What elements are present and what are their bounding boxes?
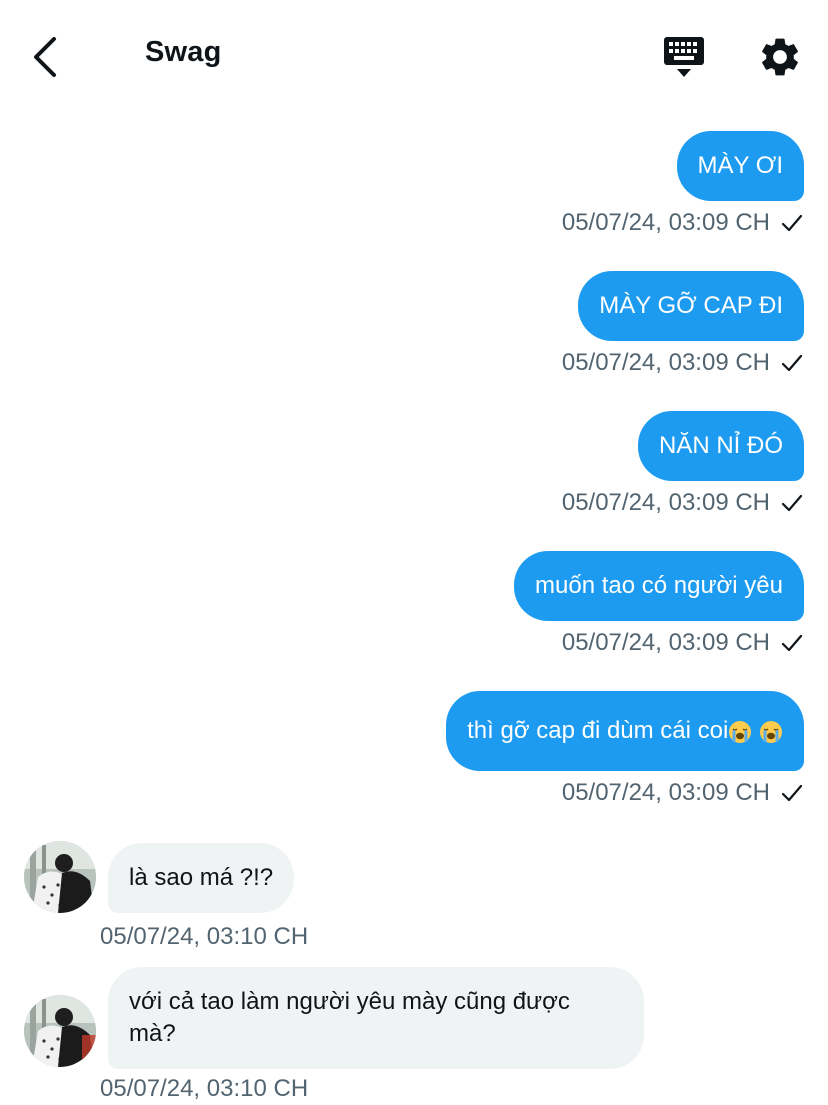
gear-icon [762, 38, 798, 76]
sent-message-bubble[interactable]: thì gỡ cap đi dùm cái coi [446, 691, 804, 771]
message-text-line: với cả tao làm người yêu mày cũng được [129, 988, 570, 1015]
received-message-bubble[interactable]: với cả tao làm người yêu mày cũng được m… [108, 967, 644, 1069]
sent-message-bubble[interactable]: muốn tao có người yêu [514, 551, 804, 621]
avatar[interactable] [24, 995, 96, 1067]
sent-message-bubble[interactable]: MÀY ƠI [676, 131, 804, 201]
message-timestamp: 05/07/24, 03:09 CH [561, 629, 770, 656]
message-meta: 05/07/24, 03:09 CH [562, 489, 804, 517]
chevron-left-icon [34, 37, 56, 77]
avatar-photo [24, 841, 96, 913]
hide-keyboard-button[interactable] [660, 34, 708, 80]
message-meta: 05/07/24, 03:09 CH [446, 779, 804, 807]
message-text-line: mà? [129, 1020, 176, 1047]
sent-message-bubble[interactable]: MÀY GỠ CAP ĐI [578, 271, 804, 341]
keyboard-hide-icon [664, 37, 704, 77]
message-timestamp: 05/07/24, 03:09 CH [561, 209, 770, 236]
checkmark-icon [781, 634, 803, 652]
conversation-title[interactable]: Swag [145, 36, 222, 69]
message-timestamp: 05/07/24, 03:09 CH [561, 489, 770, 516]
avatar-photo [24, 995, 96, 1067]
sent-message-group: thì gỡ cap đi dùm cái coi 05/07/24, 03:0… [446, 691, 804, 807]
checkmark-icon [781, 494, 803, 512]
checkmark-icon [781, 784, 803, 802]
received-message-bubble[interactable]: là sao má ?!? [108, 843, 295, 913]
back-button[interactable] [22, 32, 68, 82]
message-text: thì gỡ cap đi dùm cái coi [467, 717, 729, 744]
message-timestamp: 05/07/24, 03:09 CH [561, 349, 770, 376]
settings-button[interactable] [757, 34, 803, 80]
sent-message-bubble[interactable]: NĂN NỈ ĐÓ [637, 411, 804, 481]
checkmark-icon [781, 214, 803, 232]
message-meta: 05/07/24, 03:09 CH [514, 629, 804, 657]
loudly-crying-face-icon [760, 720, 782, 743]
checkmark-icon [781, 354, 803, 372]
sent-message-group: NĂN NỈ ĐÓ 05/07/24, 03:09 CH [562, 411, 804, 517]
chat-header: Swag [0, 0, 828, 110]
loudly-crying-face-icon [729, 720, 752, 743]
message-timestamp: 05/07/24, 03:10 CH [100, 923, 309, 950]
avatar[interactable] [24, 841, 96, 913]
message-meta: 05/07/24, 03:09 CH [562, 349, 804, 377]
message-timestamp: 05/07/24, 03:10 CH [100, 1075, 309, 1102]
message-timestamp: 05/07/24, 03:09 CH [561, 779, 770, 806]
sent-message-group: muốn tao có người yêu 05/07/24, 03:09 CH [514, 551, 804, 657]
sent-message-group: MÀY GỠ CAP ĐI 05/07/24, 03:09 CH [562, 271, 804, 377]
sent-message-group: MÀY ƠI 05/07/24, 03:09 CH [562, 131, 804, 237]
message-meta: 05/07/24, 03:09 CH [562, 209, 804, 237]
